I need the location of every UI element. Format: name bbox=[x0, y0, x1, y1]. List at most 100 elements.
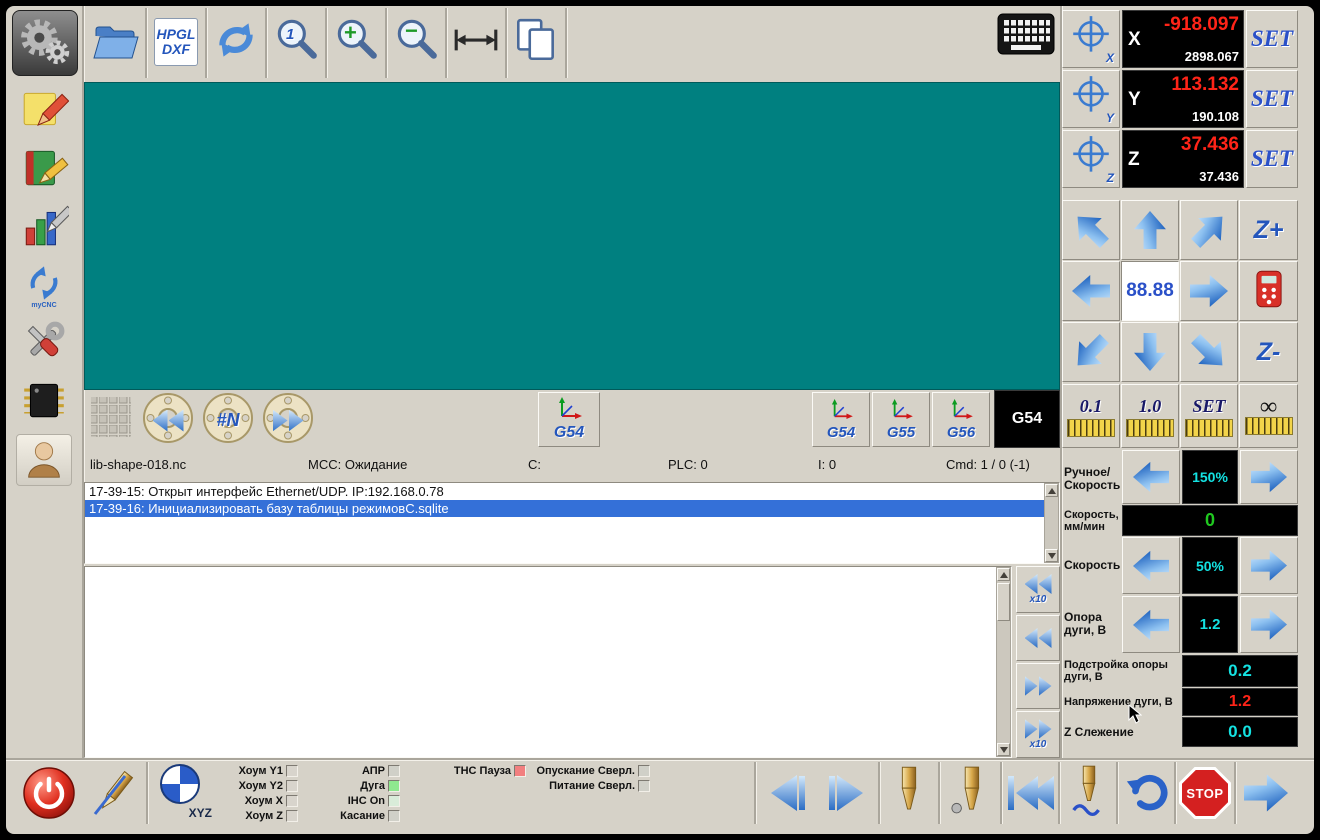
program-forward-button[interactable] bbox=[1016, 663, 1060, 709]
jog-z-plus-button[interactable]: Z+ bbox=[1239, 200, 1298, 260]
drill-lower-switch[interactable]: Опускание Сверл. bbox=[526, 763, 650, 778]
program-forward-x10-button[interactable]: x10 bbox=[1016, 711, 1060, 758]
user-button[interactable] bbox=[16, 434, 72, 486]
manual-button[interactable] bbox=[16, 144, 72, 196]
fit-width-button[interactable] bbox=[450, 14, 502, 70]
set-z-button[interactable]: SET bbox=[1246, 130, 1298, 188]
virtual-keyboard-button[interactable] bbox=[996, 12, 1056, 60]
windows-button[interactable] bbox=[510, 14, 562, 70]
speed-decrease-button[interactable] bbox=[1122, 537, 1180, 594]
statistics-button[interactable] bbox=[16, 202, 74, 254]
scroll-up-icon[interactable] bbox=[1045, 484, 1058, 497]
hardware-button[interactable] bbox=[16, 376, 72, 428]
wcs-g54-main-button[interactable]: G54 bbox=[538, 392, 600, 447]
wcs-g54-button[interactable]: G54 bbox=[812, 392, 870, 447]
step-set-button[interactable]: SET bbox=[1180, 384, 1238, 448]
home-z-switch[interactable]: Хоум Z bbox=[206, 808, 298, 823]
zoom-out-button[interactable]: − bbox=[390, 14, 442, 70]
wcs-g56-button[interactable]: G56 bbox=[932, 392, 990, 447]
zoom-in-button[interactable]: + bbox=[330, 14, 382, 70]
apr-switch[interactable]: АПР bbox=[324, 763, 400, 778]
program-back-button[interactable] bbox=[1016, 615, 1060, 661]
probe-tool-button[interactable] bbox=[942, 764, 998, 822]
mycnc-button[interactable]: myCNC bbox=[16, 260, 72, 312]
zero-x-button[interactable]: X bbox=[1062, 10, 1120, 68]
home-y1-switch[interactable]: Хоум Y1 bbox=[206, 763, 298, 778]
spindle-button[interactable] bbox=[882, 764, 936, 822]
probe-button[interactable] bbox=[88, 764, 140, 824]
arc-indicator[interactable] bbox=[388, 779, 400, 792]
pendant-button[interactable] bbox=[1239, 261, 1298, 321]
ihc-on-indicator[interactable] bbox=[388, 794, 400, 807]
scroll-down-icon[interactable] bbox=[1045, 549, 1058, 562]
import-hpgl-dxf-button[interactable]: HPGL DXF bbox=[150, 14, 202, 70]
step-continuous-button[interactable]: ∞ bbox=[1239, 384, 1298, 448]
jog-left-button[interactable] bbox=[1062, 261, 1120, 321]
stop-button[interactable]: STOP bbox=[1178, 766, 1232, 820]
rewind-program-button[interactable] bbox=[1004, 764, 1058, 822]
step-0.1-button[interactable]: 0.1 bbox=[1062, 384, 1120, 448]
home-x-switch[interactable]: Хоум X bbox=[206, 793, 298, 808]
arc-ref-increase-button[interactable] bbox=[1240, 596, 1298, 653]
toolpath-canvas[interactable] bbox=[84, 82, 1060, 390]
apr-indicator[interactable] bbox=[388, 764, 400, 777]
step-back-button[interactable] bbox=[760, 764, 816, 822]
ihc-on-switch[interactable]: IHC On bbox=[324, 793, 400, 808]
jog-down-right-button[interactable] bbox=[1180, 322, 1238, 382]
jog-up-button[interactable] bbox=[1121, 200, 1179, 260]
jog-down-left-button[interactable] bbox=[1062, 322, 1120, 382]
config-tools-button[interactable] bbox=[16, 318, 72, 370]
fast-forward-button[interactable] bbox=[260, 393, 316, 448]
set-x-button[interactable]: SET bbox=[1246, 10, 1298, 68]
thread-cutting-button[interactable] bbox=[1062, 764, 1116, 822]
scroll-down-icon[interactable] bbox=[997, 743, 1010, 756]
log-line-selected[interactable]: 17-39-16: Инициализировать базу таблицы … bbox=[85, 500, 1044, 517]
drill-lower-indicator[interactable] bbox=[638, 764, 650, 777]
undo-button[interactable] bbox=[1120, 764, 1174, 822]
jog-z-minus-button[interactable]: Z- bbox=[1239, 322, 1298, 382]
wcs-g55-button[interactable]: G55 bbox=[872, 392, 930, 447]
thc-pause-switch[interactable]: THC Пауза bbox=[426, 763, 526, 778]
settings-button[interactable] bbox=[12, 10, 78, 76]
editor-button[interactable] bbox=[16, 86, 72, 138]
open-file-button[interactable] bbox=[90, 14, 142, 70]
log-line[interactable]: 17-39-15: Открыт интерфейс Ethernet/UDP.… bbox=[85, 483, 1044, 500]
home-y1-indicator[interactable] bbox=[286, 764, 298, 777]
thc-pause-indicator[interactable] bbox=[514, 764, 526, 777]
gcode-scrollbar[interactable] bbox=[996, 567, 1011, 757]
gcode-text-panel[interactable] bbox=[84, 566, 1012, 758]
manual-speed-increase-button[interactable] bbox=[1240, 450, 1298, 504]
arc-switch[interactable]: Дуга bbox=[324, 778, 400, 793]
arc-ref-decrease-button[interactable] bbox=[1122, 596, 1180, 653]
scrollbar-thumb[interactable] bbox=[997, 583, 1010, 621]
start-button[interactable] bbox=[1238, 764, 1294, 822]
jog-down-button[interactable] bbox=[1121, 322, 1179, 382]
zoom-actual-button[interactable]: 1 bbox=[270, 14, 322, 70]
home-x-indicator[interactable] bbox=[286, 794, 298, 807]
set-y-button[interactable]: SET bbox=[1246, 70, 1298, 128]
rewind-button[interactable] bbox=[140, 393, 196, 448]
power-button[interactable] bbox=[22, 766, 76, 822]
home-z-indicator[interactable] bbox=[286, 809, 298, 822]
jog-up-left-button[interactable] bbox=[1062, 200, 1120, 260]
touch-indicator[interactable] bbox=[388, 809, 400, 822]
drill-power-switch[interactable]: Питание Сверл. bbox=[526, 778, 650, 793]
home-y2-switch[interactable]: Хоум Y2 bbox=[206, 778, 298, 793]
home-y2-indicator[interactable] bbox=[286, 779, 298, 792]
scroll-up-icon[interactable] bbox=[997, 568, 1010, 581]
step-forward-button[interactable] bbox=[818, 764, 874, 822]
goto-xyz-zero-button[interactable]: XYZ bbox=[154, 762, 214, 824]
jog-right-button[interactable] bbox=[1180, 261, 1238, 321]
grid-toggle-button[interactable] bbox=[88, 396, 134, 442]
zero-z-button[interactable]: Z bbox=[1062, 130, 1120, 188]
manual-speed-decrease-button[interactable] bbox=[1122, 450, 1180, 504]
zero-y-button[interactable]: Y bbox=[1062, 70, 1120, 128]
program-back-x10-button[interactable]: x10 bbox=[1016, 566, 1060, 613]
goto-line-button[interactable]: #N bbox=[200, 393, 256, 448]
step-1.0-button[interactable]: 1.0 bbox=[1121, 384, 1179, 448]
refresh-button[interactable] bbox=[210, 14, 262, 70]
drill-power-indicator[interactable] bbox=[638, 779, 650, 792]
log-scrollbar[interactable] bbox=[1044, 483, 1059, 563]
touch-switch[interactable]: Касание bbox=[324, 808, 400, 823]
speed-increase-button[interactable] bbox=[1240, 537, 1298, 594]
